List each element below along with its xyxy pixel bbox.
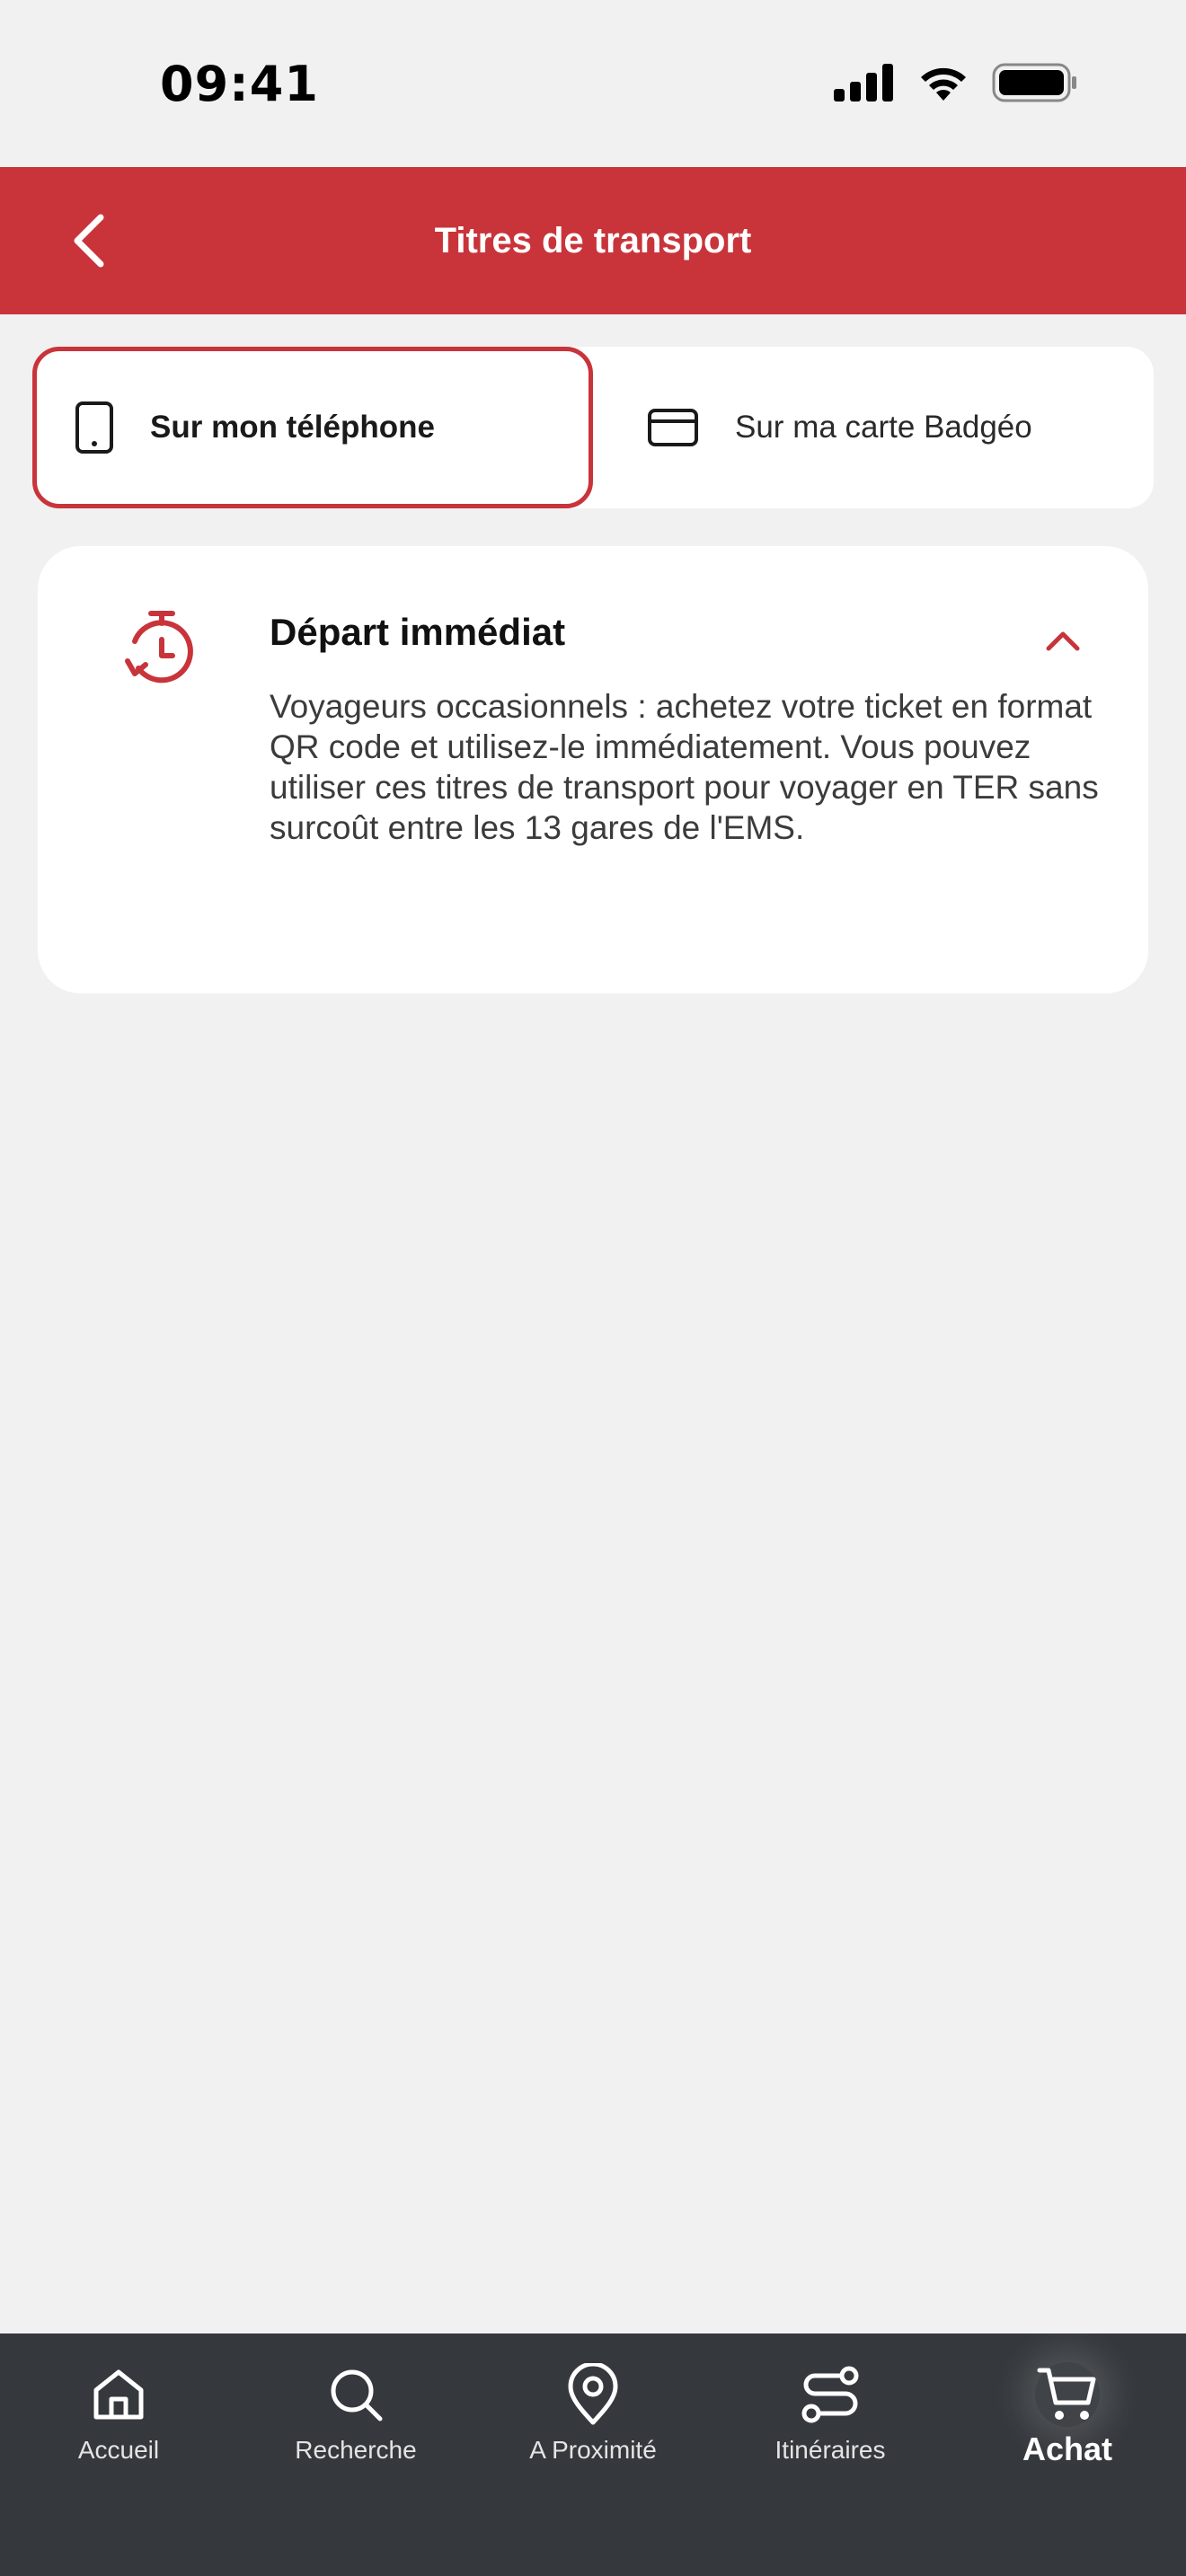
- tab-itineraires[interactable]: Itinéraires: [712, 2333, 949, 2495]
- wifi-icon: [921, 67, 966, 101]
- ticket-medium-selector: Sur mon téléphone Sur ma carte Badgéo: [32, 347, 1154, 508]
- card-title: Départ immédiat: [270, 611, 566, 653]
- chevron-left-icon: [74, 214, 104, 268]
- segment-option-card-label: Sur ma carte Badgéo: [735, 410, 1032, 445]
- tab-achat-label: Achat: [1022, 2430, 1113, 2467]
- back-button[interactable]: [52, 205, 124, 277]
- card-description: Voyageurs occasionnels : achetez votre t…: [270, 688, 1099, 846]
- status-time: 09:41: [160, 56, 319, 112]
- route-icon: [798, 2362, 863, 2427]
- tab-a-proximite-label: A Proximité: [529, 2436, 657, 2464]
- tab-recherche[interactable]: Recherche: [237, 2333, 474, 2495]
- home-icon: [86, 2362, 151, 2427]
- smartphone-icon: [75, 401, 113, 454]
- tab-itineraires-label: Itinéraires: [774, 2436, 886, 2464]
- tab-achat[interactable]: Achat: [949, 2333, 1186, 2495]
- cellular-signal-icon: [834, 64, 893, 101]
- tab-recherche-label: Recherche: [295, 2436, 417, 2464]
- battery-icon: [992, 63, 1076, 102]
- search-icon: [323, 2362, 388, 2427]
- tab-accueil[interactable]: Accueil: [0, 2333, 237, 2495]
- page-title: Titres de transport: [434, 220, 752, 260]
- location-pin-icon: [561, 2362, 625, 2427]
- ticket-category-card[interactable]: Départ immédiat Voyageurs occasionnels :…: [38, 546, 1148, 993]
- collapse-toggle-button[interactable]: [1040, 618, 1085, 663]
- segment-option-phone[interactable]: Sur mon téléphone: [32, 347, 593, 508]
- credit-card-icon: [648, 409, 698, 446]
- tab-accueil-label: Accueil: [77, 2436, 160, 2464]
- segment-option-phone-label: Sur mon téléphone: [150, 410, 435, 445]
- status-icons: [834, 63, 1078, 102]
- segment-option-card[interactable]: Sur ma carte Badgéo: [593, 347, 1154, 508]
- chevron-up-icon: [1046, 631, 1080, 651]
- cart-icon: [1035, 2362, 1100, 2427]
- status-bar: 09:41: [0, 0, 1186, 167]
- tab-a-proximite[interactable]: A Proximité: [474, 2333, 712, 2495]
- app-header: Titres de transport: [0, 167, 1186, 314]
- bottom-tab-bar: Accueil Recherche A Proximité Itinéraire…: [0, 2333, 1186, 2576]
- timer-refresh-icon: [125, 611, 193, 684]
